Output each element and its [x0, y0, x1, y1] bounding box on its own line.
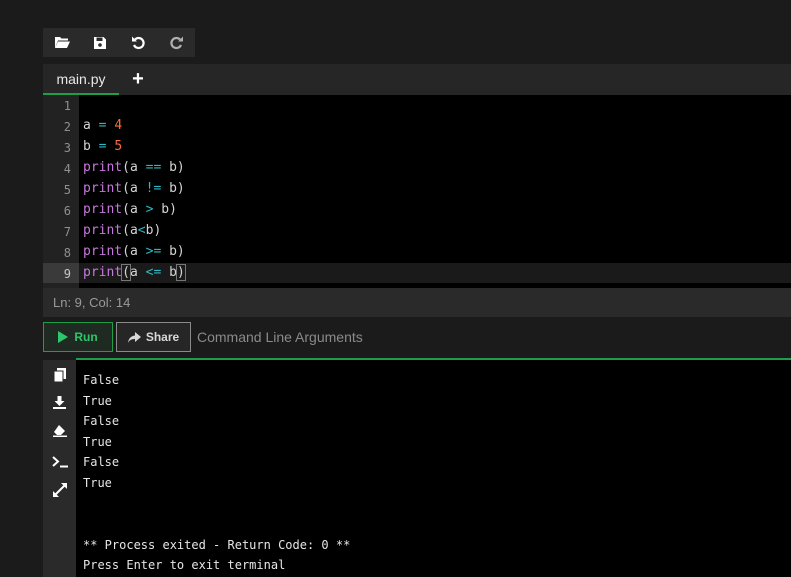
download-icon: [53, 395, 66, 409]
terminal-tools: [43, 360, 76, 577]
terminal-icon: [51, 456, 68, 468]
line-number: 4: [63, 162, 71, 176]
code-text: a = 4 b = 5 print(a == b) print(a != b) …: [83, 95, 186, 281]
line-number: 7: [63, 225, 71, 239]
terminal-button[interactable]: [43, 452, 76, 472]
share-button-label: Share: [145, 330, 180, 344]
line-number: 8: [63, 246, 71, 260]
play-icon: [58, 331, 69, 343]
copy-output-button[interactable]: [43, 365, 76, 385]
code-line-9: print(a <= b): [83, 264, 186, 281]
terminal-output[interactable]: False True False True False True ** Proc…: [76, 360, 791, 577]
output-line: False: [83, 373, 120, 387]
expand-icon: [52, 483, 67, 497]
undo-button[interactable]: [119, 28, 157, 57]
output-line: True: [83, 435, 112, 449]
tab-main-py[interactable]: main.py: [43, 64, 119, 95]
editor-status-bar: Ln: 9, Col: 14: [43, 288, 791, 317]
copy-icon: [53, 368, 66, 382]
share-icon: [127, 331, 141, 343]
file-tab-bar: main.py +: [43, 64, 791, 95]
line-number: 5: [63, 183, 71, 197]
file-toolbar: [43, 28, 195, 57]
output-line: True: [83, 394, 112, 408]
code-line-3: b = 5: [83, 139, 123, 154]
code-line-8: print(a >= b): [83, 244, 185, 259]
run-button[interactable]: Run: [43, 322, 113, 352]
run-button-label: Run: [74, 330, 98, 344]
line-number: 2: [63, 120, 71, 134]
code-line-6: print(a > b): [83, 202, 177, 217]
code-line-2: a = 4: [83, 118, 123, 133]
open-folder-icon: [55, 37, 70, 48]
line-number: 6: [63, 204, 71, 218]
code-line-7: print(a<b): [83, 223, 162, 238]
press-enter-message: Press Enter to exit terminal: [83, 558, 286, 572]
cursor-position: Ln: 9, Col: 14: [53, 295, 131, 310]
code-line-5: print(a != b): [83, 181, 185, 196]
command-line-arguments-input[interactable]: [195, 322, 789, 352]
line-number: 1: [63, 99, 71, 113]
share-button[interactable]: Share: [116, 322, 191, 352]
line-number-gutter: 1 2 3 4 5 6 7 8 9: [43, 95, 79, 288]
output-line: False: [83, 455, 120, 469]
code-editor[interactable]: 1 2 3 4 5 6 7 8 9 a = 4 b = 5 print(a ==…: [43, 95, 791, 288]
run-bar: Run Share: [43, 321, 791, 357]
output-line: True: [83, 476, 112, 490]
code-line-4: print(a == b): [83, 160, 185, 175]
redo-button[interactable]: [157, 28, 195, 57]
download-output-button[interactable]: [43, 392, 76, 412]
add-file-button[interactable]: +: [125, 64, 151, 95]
clear-output-button[interactable]: [43, 420, 76, 440]
line-number: 9: [63, 267, 71, 281]
eraser-icon: [52, 424, 67, 437]
output-line: False: [83, 414, 120, 428]
save-icon: [94, 36, 106, 49]
undo-icon: [131, 36, 145, 50]
expand-terminal-button[interactable]: [43, 480, 76, 500]
line-number: 3: [63, 141, 71, 155]
save-button[interactable]: [81, 28, 119, 57]
redo-icon: [169, 36, 183, 50]
open-file-button[interactable]: [43, 28, 81, 57]
process-exit-message: ** Process exited - Return Code: 0 **: [83, 538, 351, 552]
